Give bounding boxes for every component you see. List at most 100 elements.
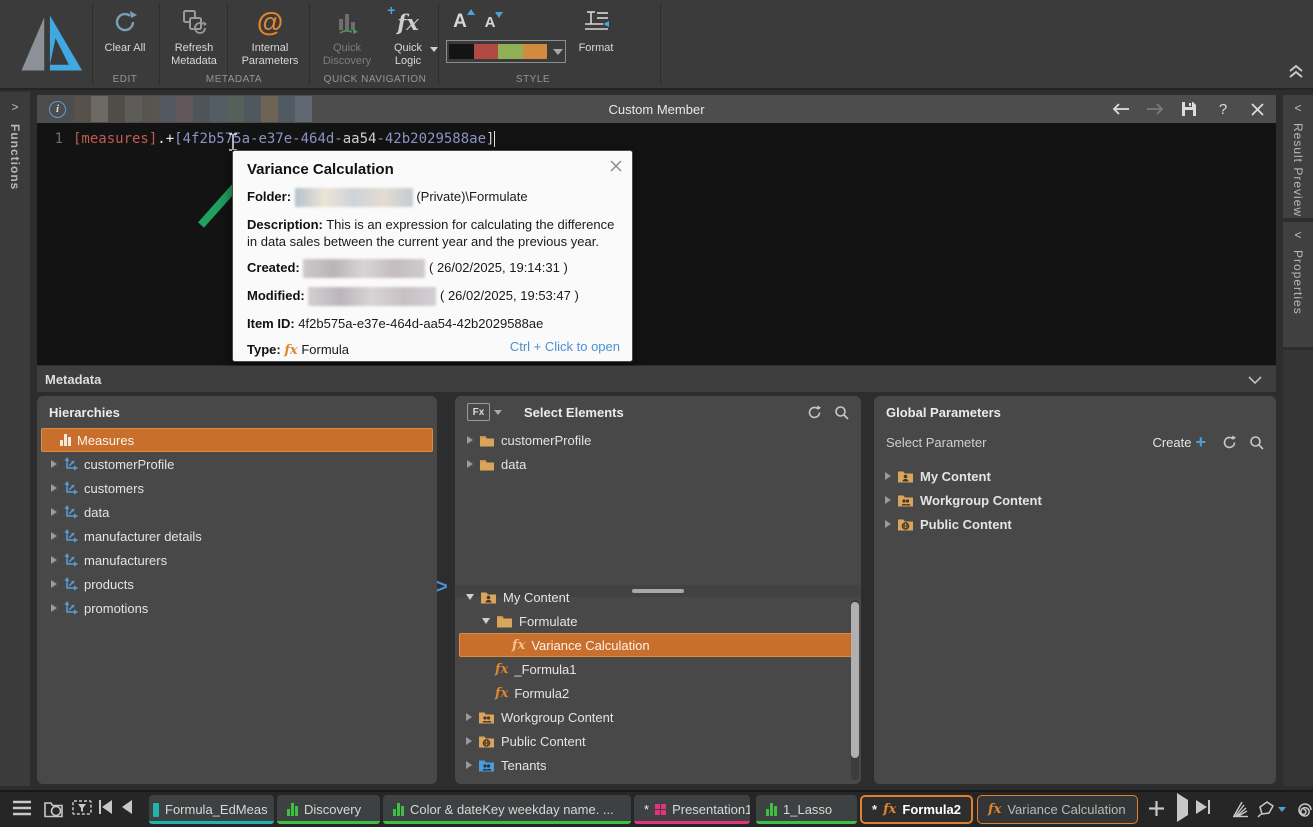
code-token-operator: .+ — [157, 131, 175, 147]
content-item-formula1[interactable]: fx _Formula1 — [455, 657, 861, 681]
expand-caret-icon[interactable] — [885, 472, 891, 480]
metadata-collapse-icon[interactable] — [1248, 372, 1262, 387]
fx-type-dropdown[interactable]: Fx — [467, 403, 502, 421]
clear-all-button[interactable]: Clear All — [96, 4, 154, 55]
expand-caret-icon[interactable] — [51, 460, 57, 468]
content-item-workgroup-content[interactable]: Workgroup Content — [455, 705, 861, 729]
color-palette-picker[interactable] — [446, 40, 566, 63]
result-preview-rail[interactable]: < Result Preview — [1283, 95, 1313, 218]
expand-caret-icon[interactable] — [466, 761, 472, 769]
format-button[interactable]: Format — [572, 4, 620, 55]
expand-caret-icon[interactable] — [51, 508, 57, 516]
parameter-item-my-content[interactable]: My Content — [874, 464, 1276, 488]
expand-caret-icon[interactable] — [51, 556, 57, 564]
hierarchy-item-customerprofile[interactable]: customerProfile — [37, 452, 437, 476]
expand-caret-icon[interactable] — [51, 484, 57, 492]
code-editor[interactable]: 1 [measures].+[4f2b575a-e37e-464d-aa54-42… — [37, 123, 1276, 365]
hierarchy-item-data[interactable]: data — [37, 500, 437, 524]
content-item-my-content[interactable]: My Content — [455, 585, 861, 609]
redo-arrow-icon[interactable] — [1146, 100, 1164, 118]
expand-caret-icon[interactable] — [51, 532, 57, 540]
collapse-caret-icon[interactable] — [482, 618, 490, 624]
content-item-variance-calculation[interactable]: fx Variance Calculation — [459, 633, 857, 657]
refresh-icon[interactable] — [1222, 435, 1237, 450]
elements-folder-customerprofile[interactable]: customerProfile — [455, 428, 861, 452]
hierarchy-item-promotions[interactable]: promotions — [37, 596, 437, 620]
undo-arrow-icon[interactable] — [1112, 100, 1130, 118]
menu-icon[interactable] — [12, 800, 32, 819]
last-tab-icon[interactable] — [1196, 800, 1210, 814]
expand-caret-icon[interactable] — [51, 580, 57, 588]
pointer-tag-icon[interactable] — [1257, 800, 1286, 818]
run-fan-icon[interactable] — [1230, 800, 1250, 821]
quick-discovery-button[interactable]: Quick Discovery — [315, 4, 379, 68]
tab-1-lasso[interactable]: 1_Lasso — [756, 795, 857, 824]
tab-dropdown-caret-icon[interactable] — [970, 806, 971, 813]
fx-icon: fx — [512, 637, 526, 653]
panel-splitter-chevron[interactable]: > — [436, 576, 448, 599]
help-icon[interactable]: ? — [1214, 100, 1232, 118]
search-icon[interactable] — [834, 405, 849, 420]
next-tab-icon[interactable] — [1177, 793, 1188, 822]
tab-presentation1[interactable]: * Presentation1 — [634, 795, 750, 824]
pyramid-logo-icon[interactable] — [12, 8, 84, 81]
tab-discovery[interactable]: Discovery — [277, 795, 380, 824]
collapse-caret-icon[interactable] — [466, 594, 474, 600]
quick-logic-button[interactable]: + fx Quick Logic — [382, 2, 438, 68]
hierarchy-item-manufacturer-details[interactable]: manufacturer details — [37, 524, 437, 548]
hierarchy-axis-icon — [64, 576, 78, 590]
tab-formula2-active[interactable]: * fx Formula2 — [860, 795, 973, 824]
content-item-public-content[interactable]: Public Content — [455, 729, 861, 753]
expand-caret-icon[interactable] — [885, 520, 891, 528]
font-decrease-button[interactable]: A — [478, 4, 504, 40]
metadata-section-bar[interactable]: Metadata — [37, 366, 1276, 392]
properties-rail[interactable]: < Properties — [1283, 222, 1313, 347]
browse-content-icon[interactable] — [44, 800, 64, 821]
internal-parameters-button[interactable]: @ Internal Parameters — [236, 4, 304, 68]
spiral-icon[interactable] — [1294, 800, 1313, 823]
save-icon[interactable] — [1180, 100, 1198, 118]
expand-caret-icon[interactable] — [467, 436, 473, 444]
content-item-formula2[interactable]: fx Formula2 — [455, 681, 861, 705]
pointer-dropdown-caret-icon[interactable] — [1278, 806, 1286, 812]
tab-color-datekey[interactable]: Color & dateKey weekday name. ... — [383, 795, 631, 824]
parameter-item-workgroup-content[interactable]: Workgroup Content — [874, 488, 1276, 512]
functions-expand-icon[interactable]: > — [0, 92, 30, 114]
add-tab-icon[interactable] — [1148, 800, 1165, 820]
expand-caret-icon[interactable] — [466, 737, 472, 745]
previous-tab-icon[interactable] — [122, 800, 132, 814]
hierarchy-item-products[interactable]: products — [37, 572, 437, 596]
refresh-icon[interactable] — [807, 405, 822, 420]
tab-formula-edmeas[interactable]: Formula_EdMeas — [149, 795, 274, 824]
parameter-item-public-content[interactable]: Public Content — [874, 512, 1276, 536]
expand-caret-icon[interactable] — [467, 460, 473, 468]
search-icon[interactable] — [1249, 435, 1264, 450]
code-line[interactable]: 1 [measures].+[4f2b575a-e37e-464d-aa54-42… — [37, 131, 496, 147]
info-icon[interactable]: i — [49, 100, 66, 118]
font-increase-button[interactable]: A — [448, 4, 475, 40]
result-preview-expand-icon[interactable]: < — [1283, 95, 1313, 115]
create-parameter-button[interactable]: Create + — [1152, 433, 1206, 451]
first-tab-icon[interactable] — [99, 800, 112, 814]
expand-caret-icon[interactable] — [466, 713, 472, 721]
expand-caret-icon[interactable] — [51, 604, 57, 612]
tooltip-close-icon[interactable] — [610, 159, 622, 175]
refresh-metadata-button[interactable]: Refresh Metadata — [163, 4, 225, 68]
expand-caret-icon[interactable] — [885, 496, 891, 504]
hierarchy-item-measures[interactable]: Measures — [41, 428, 433, 452]
hierarchy-item-customers[interactable]: customers — [37, 476, 437, 500]
content-item-formulate[interactable]: Formulate — [455, 609, 861, 633]
tooltip-open-hint[interactable]: Ctrl + Click to open — [510, 339, 620, 354]
functions-rail[interactable]: > Functions — [0, 92, 30, 786]
hierarchy-item-manufacturers[interactable]: manufacturers — [37, 548, 437, 572]
content-tree-scrollbar[interactable] — [851, 600, 859, 780]
content-item-label: Variance Calculation — [531, 637, 650, 653]
properties-expand-icon[interactable]: < — [1283, 222, 1313, 242]
interactions-filter-icon[interactable] — [72, 800, 92, 821]
scrollbar-thumb[interactable] — [851, 602, 859, 758]
ribbon-collapse-button[interactable] — [1287, 64, 1305, 83]
elements-folder-data[interactable]: data — [455, 452, 861, 476]
tab-variance-calculation[interactable]: fx Variance Calculation — [977, 795, 1138, 824]
close-icon[interactable] — [1248, 100, 1266, 118]
content-item-tenants[interactable]: Tenants — [455, 753, 861, 777]
